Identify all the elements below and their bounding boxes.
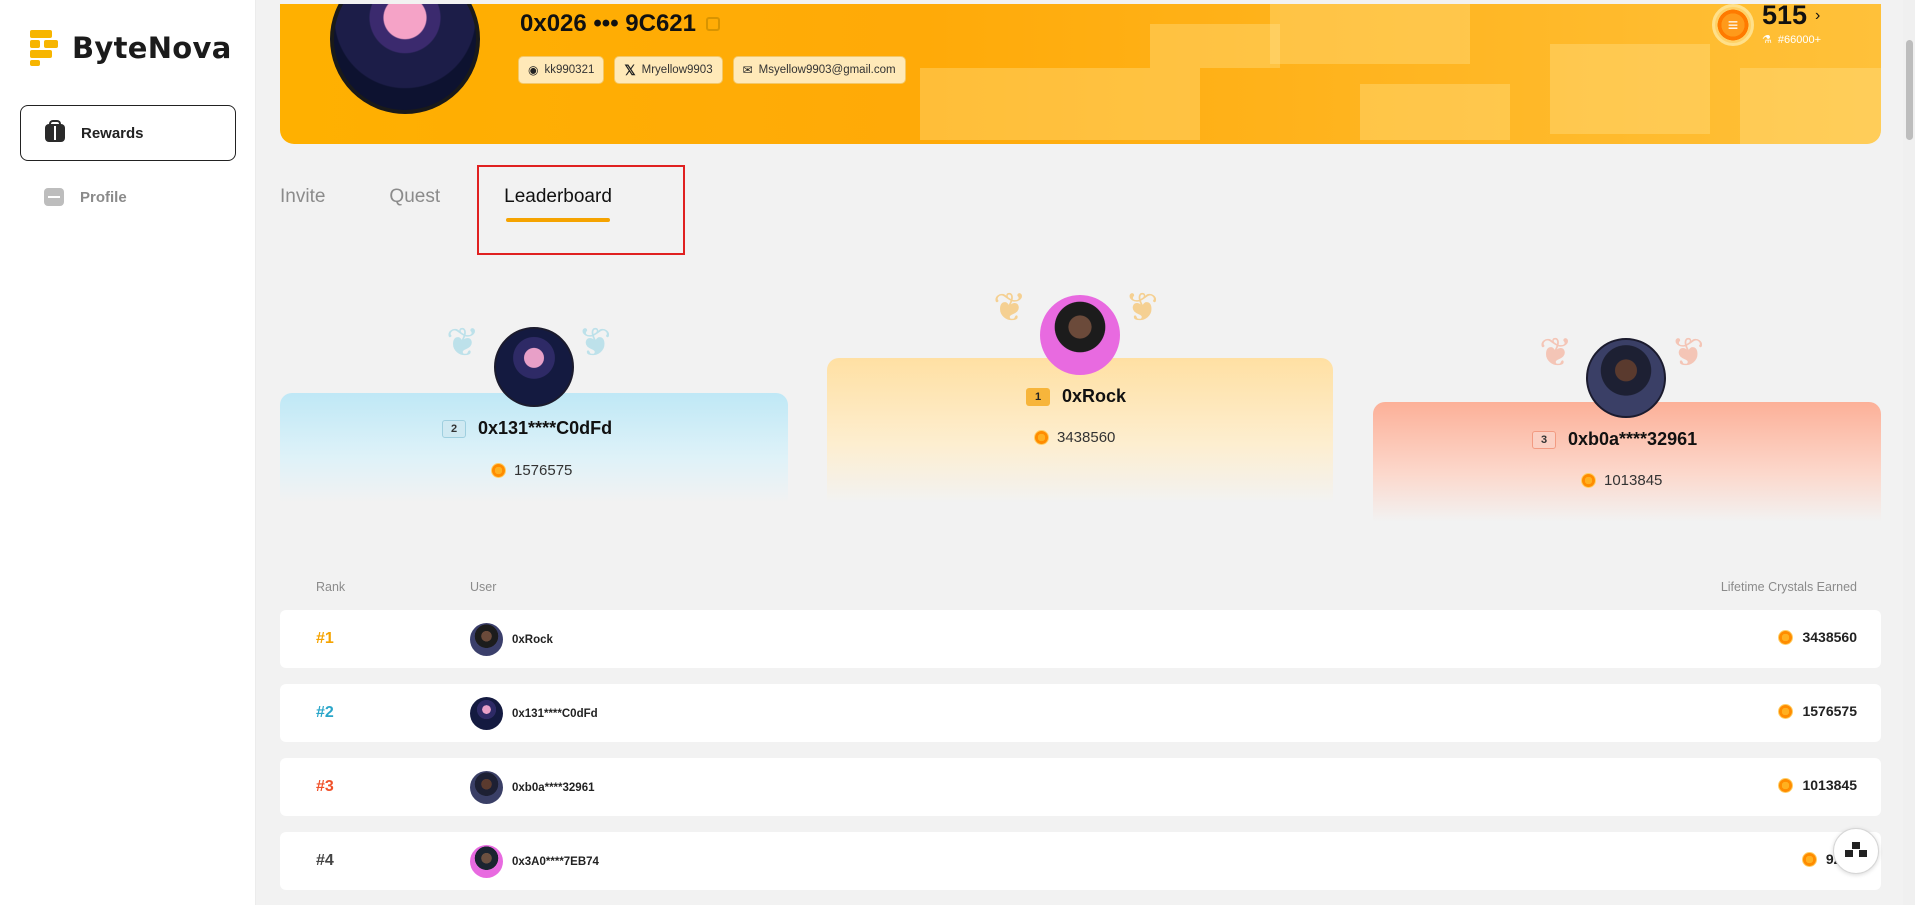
bytenova-logo-icon [30, 30, 60, 66]
profile-card-icon [44, 188, 64, 206]
page-scrollbar[interactable] [1903, 0, 1915, 905]
sidebar-item-rewards[interactable]: Rewards [20, 105, 236, 161]
crystal-coin-icon: ≡ [1711, 4, 1754, 46]
sidebar-item-label: Rewards [81, 124, 144, 142]
floating-widget-button[interactable] [1833, 828, 1879, 874]
x-twitter-icon: 𝕏 [624, 61, 636, 78]
email-address: Msyellow9903@gmail.com [758, 64, 896, 76]
blocks-icon [1845, 842, 1867, 857]
points-number: 515 [1761, 4, 1808, 30]
scrollbar-thumb[interactable] [1906, 40, 1913, 140]
chevron-right-icon: › [1815, 6, 1821, 24]
email-chip[interactable]: ✉ Msyellow9903@gmail.com [732, 56, 906, 84]
profile-banner: 0x026 ••• 9C621 ◉ kk990321 𝕏 Mryellow990… [280, 4, 1881, 144]
sidebar-item-label: Profile [80, 188, 127, 206]
twitter-chip[interactable]: 𝕏 Mryellow9903 [614, 56, 723, 84]
gift-icon [45, 120, 65, 142]
sidebar: ByteNova Rewards Profile [0, 0, 256, 905]
tab-quest[interactable]: Quest [389, 186, 440, 208]
user-avatar[interactable] [330, 4, 480, 114]
discord-icon: ◉ [528, 63, 539, 77]
twitter-handle: Mryellow9903 [641, 64, 713, 76]
highlight-annotation-box [477, 165, 685, 255]
social-links: ◉ kk990321 𝕏 Mryellow9903 ✉ Msyellow9903… [518, 56, 906, 84]
points-value: 515 › [1762, 4, 1821, 31]
tab-invite[interactable]: Invite [280, 186, 325, 208]
points-rank: ⚗ #66000+ [1761, 33, 1821, 47]
rank-text: #66000+ [1777, 33, 1821, 46]
trophy-icon: ⚗ [1761, 34, 1772, 46]
points-summary[interactable]: ≡ 515 › ⚗ #66000+ [1711, 4, 1821, 47]
discord-chip[interactable]: ◉ kk990321 [518, 56, 605, 84]
mail-icon: ✉ [742, 63, 753, 77]
sidebar-item-profile[interactable]: Profile [20, 169, 236, 225]
copy-icon[interactable] [706, 17, 721, 31]
wallet-text: 0x026 ••• 9C621 [520, 10, 697, 37]
brand-name: ByteNova [72, 31, 232, 65]
discord-handle: kk990321 [544, 64, 595, 76]
main-content: 0x026 ••• 9C621 ◉ kk990321 𝕏 Mryellow990… [256, 0, 1915, 905]
wallet-address: 0x026 ••• 9C621 [520, 10, 721, 38]
brand-logo[interactable]: ByteNova [30, 30, 232, 66]
